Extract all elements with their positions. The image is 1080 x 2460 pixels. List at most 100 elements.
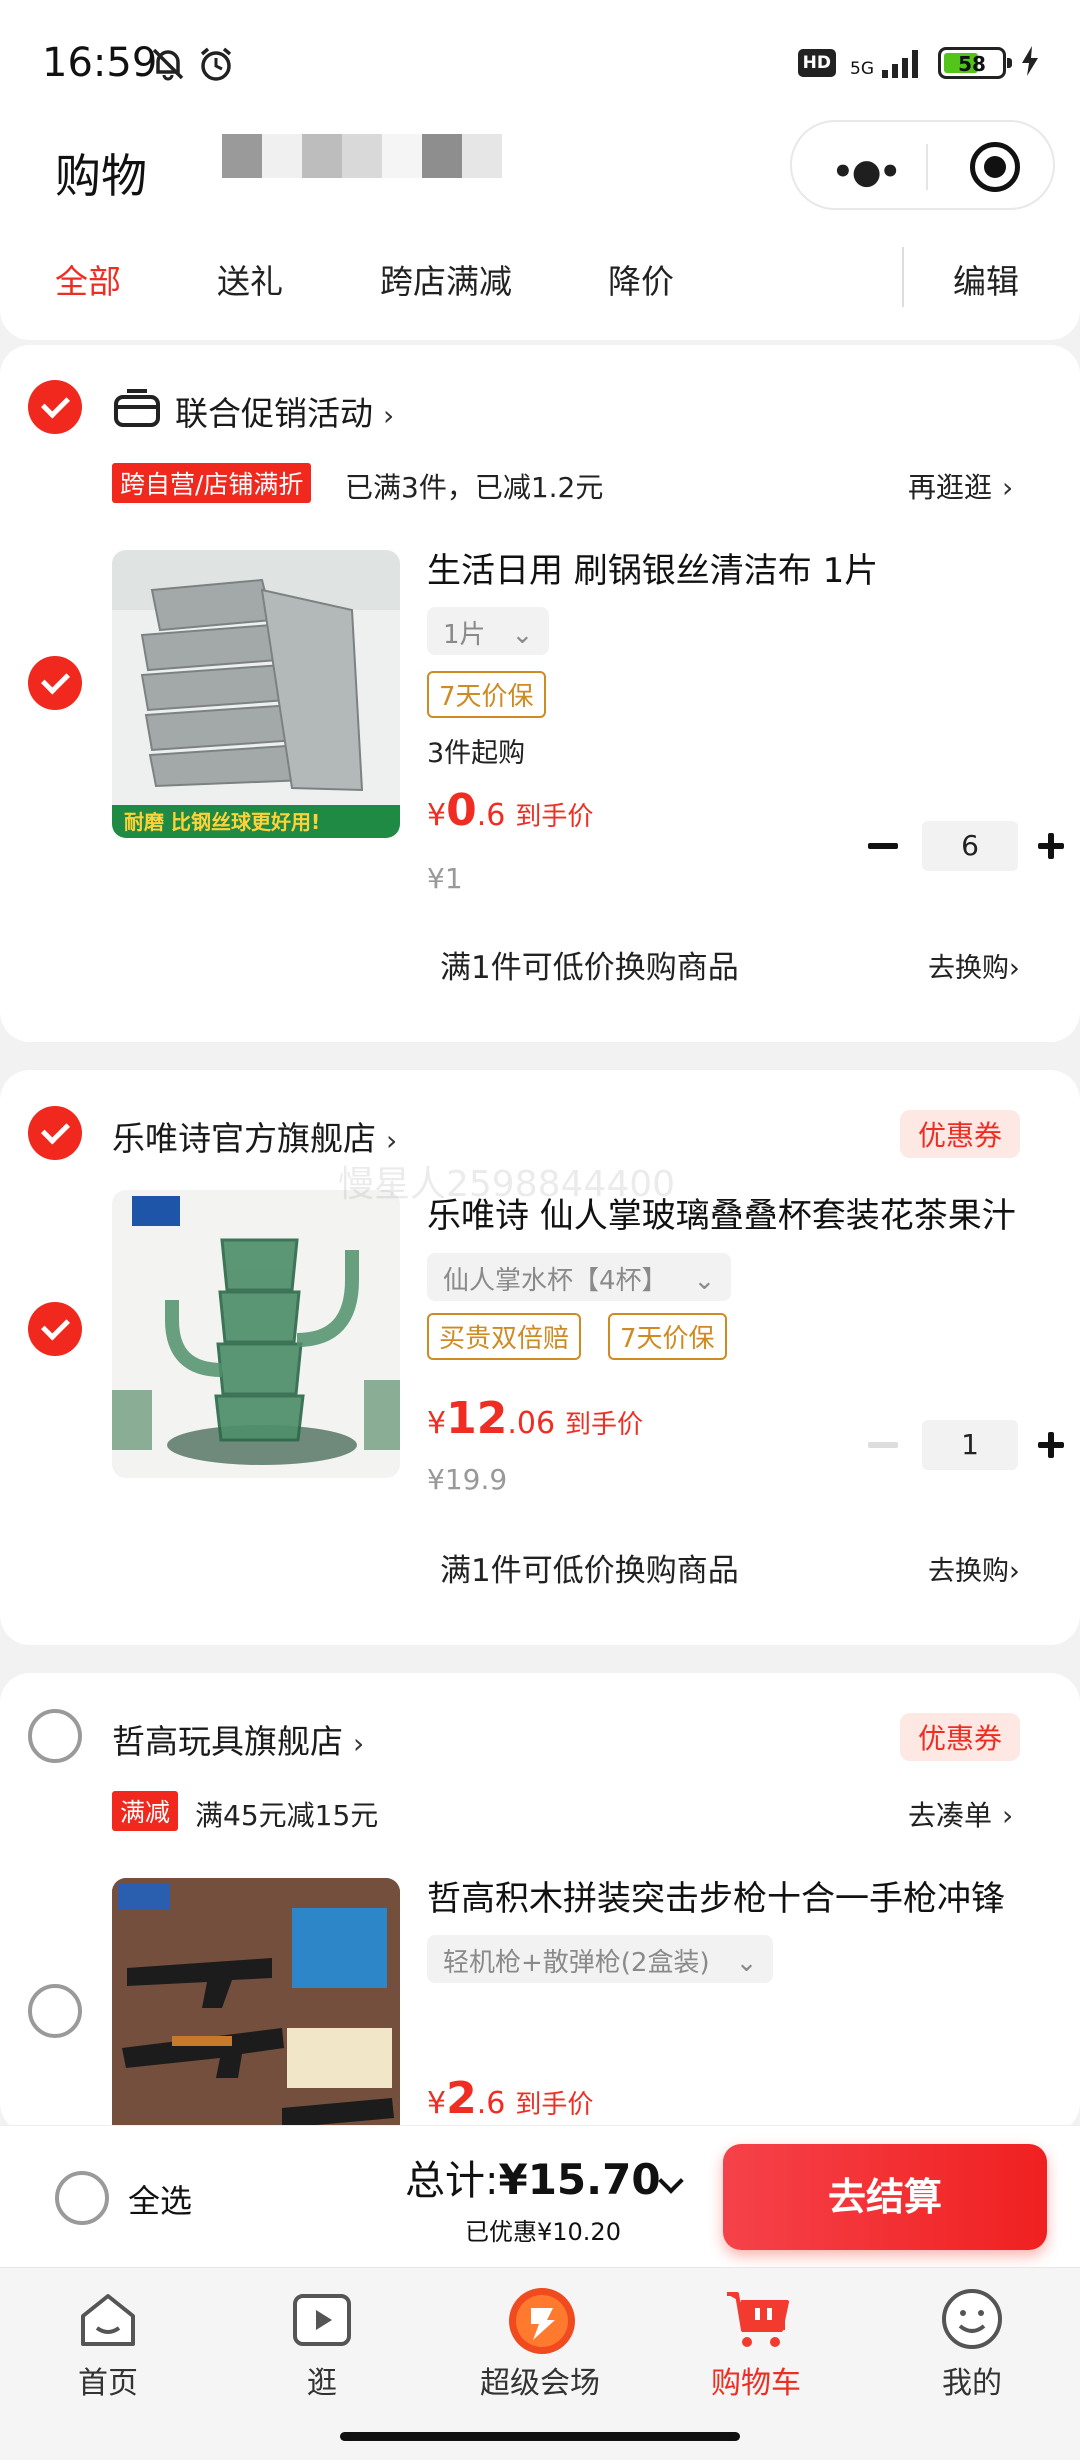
min-buy-text: 3件起购 xyxy=(427,738,526,769)
increase-button[interactable] xyxy=(1038,833,1064,859)
tab-label: 我的 xyxy=(942,2366,1002,2401)
chevron-right-icon: › xyxy=(1002,471,1014,504)
tab-price-drop[interactable]: 降价 xyxy=(608,255,674,303)
increase-button[interactable] xyxy=(1038,1432,1064,1458)
tab-browse[interactable]: 逛 xyxy=(232,2286,412,2402)
home-icon xyxy=(75,2286,141,2352)
quantity-input[interactable]: 1 xyxy=(922,1420,1018,1470)
page-header: 购物 •●• 全部 送礼 跨店满减 降价 编辑 xyxy=(0,120,1080,340)
promo-tag: 满减 xyxy=(112,1791,179,1831)
swap-offer-text: 满1件可低价换购商品 xyxy=(440,1553,739,1589)
currency-symbol: ¥ xyxy=(427,2086,447,2121)
shop-name-text: 哲高玩具旗舰店 xyxy=(112,1722,343,1761)
product-title[interactable]: 哲高积木拼装突击步枪十合一手枪冲锋 xyxy=(427,1871,1005,1920)
price-protect-tag: 7天价保 xyxy=(608,1313,727,1360)
add-on-link[interactable]: 去凑单 › xyxy=(908,1794,1013,1834)
product-image-caption: 耐磨 比钢丝球更好用! xyxy=(124,810,320,834)
item-checkbox[interactable] xyxy=(28,656,82,710)
charging-icon xyxy=(1020,46,1040,80)
tab-label: 购物车 xyxy=(711,2366,801,2401)
price-label: 到手价 xyxy=(515,802,594,832)
group-title[interactable]: 联合促销活动 › xyxy=(175,387,394,435)
group-checkbox[interactable] xyxy=(28,1709,82,1763)
price-int: 2 xyxy=(446,2073,477,2124)
quantity-input[interactable]: 6 xyxy=(922,821,1018,871)
chevron-down-icon: ⌄ xyxy=(693,1266,716,1296)
coupon-button[interactable]: 优惠券 xyxy=(900,1110,1021,1158)
coupon-button[interactable]: 优惠券 xyxy=(900,1713,1021,1761)
shop-more-text: 再逛逛 xyxy=(908,471,993,504)
select-all-checkbox[interactable] xyxy=(55,2171,109,2225)
home-indicator[interactable] xyxy=(340,2432,740,2441)
checkout-bar: 全选 总计:¥15.70 已优惠¥10.20 去结算 xyxy=(0,2125,1080,2267)
tab-cart[interactable]: 购物车 xyxy=(666,2286,846,2402)
group-checkbox[interactable] xyxy=(28,1106,82,1160)
chevron-right-icon: › xyxy=(386,1124,398,1157)
sku-selector[interactable]: 仙人掌水杯【4杯】 ⌄ xyxy=(427,1253,732,1301)
group-checkbox[interactable] xyxy=(28,380,82,434)
total-value: ¥15.70 xyxy=(498,2155,661,2204)
chevron-down-icon[interactable] xyxy=(658,2168,684,2194)
cart-icon xyxy=(723,2286,789,2352)
swap-link[interactable]: 去换购› xyxy=(928,946,1020,985)
status-time: 16:59 xyxy=(42,40,158,86)
edit-button[interactable]: 编辑 xyxy=(953,255,1019,303)
product-image[interactable] xyxy=(112,1878,400,2166)
filter-tabs: 全部 送礼 跨店满减 降价 编辑 xyxy=(0,247,1080,315)
shop-name[interactable]: 乐唯诗官方旗舰店 › xyxy=(112,1112,397,1160)
chevron-right-icon: › xyxy=(1009,1556,1020,1587)
cart-group-promo: 联合促销活动 › 跨自营/店铺满折 已满3件，已减1.2元 再逛逛 › 耐磨 比钢丝… xyxy=(0,345,1080,1042)
saved-amount: 已优惠¥10.20 xyxy=(465,2218,621,2246)
shop-name[interactable]: 哲高玩具旗舰店 › xyxy=(112,1715,364,1763)
price-int: 0 xyxy=(446,785,477,836)
signal-icon: 5G xyxy=(850,48,924,78)
sku-value: 1片 xyxy=(443,620,486,650)
watermark: 慢星人2598844400 xyxy=(338,1164,676,1205)
product-image[interactable] xyxy=(112,1190,400,1478)
tab-all[interactable]: 全部 xyxy=(55,255,121,303)
final-price: ¥2.6 到手价 xyxy=(427,2073,593,2124)
tab-profile[interactable]: 我的 xyxy=(882,2286,1062,2402)
swap-offer-text: 满1件可低价换购商品 xyxy=(440,950,739,986)
quantity-stepper: 6 xyxy=(868,821,1064,871)
close-miniapp-icon[interactable] xyxy=(970,142,1020,192)
chevron-right-icon: › xyxy=(353,1727,365,1760)
sku-selector[interactable]: 1片 ⌄ xyxy=(427,607,550,655)
total-price: 总计:¥15.70 xyxy=(405,2148,661,2206)
original-price: ¥1 xyxy=(427,862,463,895)
item-checkbox[interactable] xyxy=(28,1984,82,2038)
tab-super-venue[interactable]: 超级会场 xyxy=(450,2286,630,2402)
chevron-right-icon: › xyxy=(1009,953,1020,984)
profile-icon xyxy=(939,2286,1005,2352)
tab-label: 首页 xyxy=(78,2366,138,2401)
checkout-button[interactable]: 去结算 xyxy=(723,2144,1047,2250)
hd-badge: HD xyxy=(797,49,836,77)
tab-gift[interactable]: 送礼 xyxy=(217,255,283,303)
decrease-button[interactable] xyxy=(868,1442,898,1448)
sku-selector[interactable]: 轻机枪+散弹枪(2盒装) ⌄ xyxy=(427,1935,774,1983)
promo-text: 满45元减15元 xyxy=(195,1799,379,1832)
tab-cross-store[interactable]: 跨店满减 xyxy=(380,255,512,303)
status-bar: 16:59 HD 5G 58 xyxy=(0,0,1080,130)
double-refund-tag: 买贵双倍赔 xyxy=(427,1313,582,1360)
price-int: 12 xyxy=(446,1393,508,1444)
price-label: 到手价 xyxy=(515,2090,594,2120)
shop-more-link[interactable]: 再逛逛 › xyxy=(908,466,1013,506)
chevron-right-icon: › xyxy=(383,399,395,432)
cart-group-store: 哲高玩具旗舰店 › 优惠券 满减 满45元减15元 去凑单 › 哲高积木拼装突击步枪… xyxy=(0,1673,1080,2166)
select-all-label[interactable]: 全选 xyxy=(128,2176,192,2222)
shop-name-text: 乐唯诗官方旗舰店 xyxy=(112,1119,376,1158)
chevron-right-icon: › xyxy=(1002,1799,1014,1832)
decrease-button[interactable] xyxy=(868,843,898,849)
miniapp-capsule: •●• xyxy=(790,120,1055,210)
product-image[interactable]: 耐磨 比钢丝球更好用! xyxy=(112,550,400,838)
price-dec: .6 xyxy=(476,2086,506,2121)
total-label: 总计: xyxy=(405,2158,499,2204)
item-checkbox[interactable] xyxy=(28,1302,82,1356)
more-icon[interactable]: •●• xyxy=(832,152,901,192)
final-price: ¥12.06 到手价 xyxy=(427,1393,643,1444)
tab-home[interactable]: 首页 xyxy=(18,2286,198,2402)
product-title[interactable]: 生活日用 刷锅银丝清洁布 1片 xyxy=(427,543,878,592)
swap-link[interactable]: 去换购› xyxy=(928,1549,1020,1588)
currency-symbol: ¥ xyxy=(427,1406,447,1441)
